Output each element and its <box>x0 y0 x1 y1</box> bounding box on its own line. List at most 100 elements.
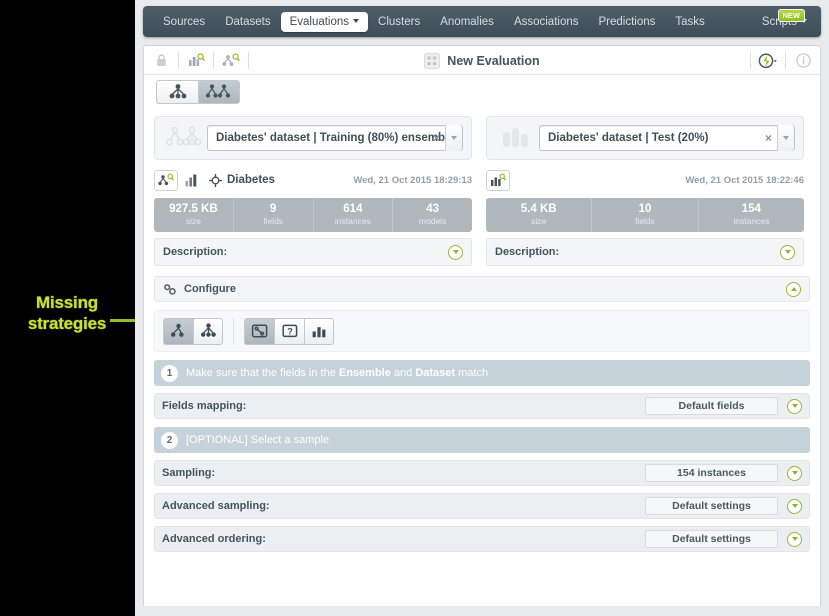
nav-item-predictions[interactable]: Predictions <box>589 12 666 32</box>
dataset-stats: 5.4 KB size 10 fields 154 instances <box>486 198 804 232</box>
nav-item-scripts[interactable]: Scripts NEW <box>752 8 811 32</box>
step-text-bold-dataset: Dataset <box>415 367 456 379</box>
dataset-select[interactable]: Diabetes' dataset | Test (20%) × <box>539 125 795 151</box>
resource-panels: Diabetes' dataset | Training (80%) ensem… <box>154 116 810 266</box>
stat-value: 154 <box>741 203 761 215</box>
new-badge: NEW <box>777 8 805 22</box>
description-label: Description: <box>495 246 560 258</box>
nav-item-tasks[interactable]: Tasks <box>665 12 714 32</box>
nav-label: Datasets <box>225 15 271 28</box>
stat-fields: 9 fields <box>234 198 314 232</box>
stat-value: 614 <box>343 203 363 215</box>
bar-chart-icon[interactable] <box>183 170 203 191</box>
lock-icon[interactable] <box>150 50 172 70</box>
stat-size: 927.5 KB size <box>154 198 234 232</box>
nav-item-sources[interactable]: Sources <box>153 12 215 32</box>
row-label: Sampling: <box>162 467 216 479</box>
stat-label: size <box>531 216 547 226</box>
clear-icon[interactable]: × <box>765 131 772 145</box>
nav-label: Sources <box>163 15 206 28</box>
question-icon[interactable]: ? <box>274 317 304 345</box>
tab-single-model[interactable] <box>156 79 198 104</box>
nav-item-anomalies[interactable]: Anomalies <box>430 12 504 32</box>
tab-ensemble[interactable] <box>198 79 240 104</box>
dataset-panel: Diabetes' dataset | Test (20%) × Wed, 21 <box>486 116 804 266</box>
row-value[interactable]: Default fields <box>645 397 778 415</box>
row-label: Advanced sampling: <box>162 500 270 512</box>
chevron-down-icon <box>353 19 360 24</box>
percent-icon[interactable] <box>244 317 274 345</box>
model-type-tabstrip <box>143 74 821 108</box>
expand-sampling-button[interactable] <box>787 465 802 481</box>
nav-label: Evaluations <box>289 15 350 28</box>
svg-text:?: ? <box>287 326 293 336</box>
bar-chart-search-icon[interactable] <box>486 169 510 191</box>
ensemble-select[interactable]: Diabetes' dataset | Training (80%) ensem… <box>207 125 463 151</box>
ensemble-select-value: Diabetes' dataset | Training (80%) ensem… <box>216 132 455 144</box>
configure-title: Configure <box>184 283 236 295</box>
row-fields-mapping: Fields mapping: Default fields <box>154 393 810 419</box>
nav-item-clusters[interactable]: Clusters <box>368 12 430 32</box>
tree-search-icon[interactable] <box>154 169 178 191</box>
step-1-banner: 1 Make sure that the fields in the Ensem… <box>154 360 810 386</box>
evaluation-icon <box>424 52 441 69</box>
row-label: Advanced ordering: <box>162 533 266 545</box>
tree-search-icon[interactable] <box>220 50 242 70</box>
configure-header[interactable]: Configure <box>154 276 810 302</box>
collapse-configure-button[interactable] <box>786 281 801 297</box>
expand-advanced-ordering-button[interactable] <box>787 531 802 547</box>
step-text-post: match <box>455 367 489 379</box>
screenshot-root: Missing strategies Sources Datasets Eval… <box>0 0 829 616</box>
divider <box>750 52 751 69</box>
stat-label: instances <box>733 216 770 226</box>
description-label: Description: <box>163 246 228 258</box>
target-icon <box>209 173 222 187</box>
dataset-date: Wed, 21 Oct 2015 18:22:46 <box>685 174 804 186</box>
step-1-text: Make sure that the fields in the Ensembl… <box>186 367 488 379</box>
bars-icon[interactable] <box>304 317 334 345</box>
step-number: 2 <box>161 431 178 449</box>
stat-fields: 10 fields <box>592 198 699 232</box>
step-2-banner: 2 [OPTIONAL] Select a sample <box>154 427 810 453</box>
step-2-text: [OPTIONAL] Select a sample <box>186 434 330 446</box>
expand-description-button[interactable] <box>448 244 463 260</box>
ensemble-meta-row: Diabetes Wed, 21 Oct 2015 18:29:13 <box>154 166 472 194</box>
stat-value: 5.4 KB <box>520 203 557 215</box>
clear-icon[interactable]: × <box>433 131 440 145</box>
nav-item-datasets[interactable]: Datasets <box>215 12 280 32</box>
stat-instances: 154 instances <box>699 198 804 232</box>
window-bottom-strip <box>135 606 829 616</box>
stat-label: size <box>185 216 201 226</box>
application-window: Sources Datasets Evaluations Clusters An… <box>135 0 829 616</box>
chevron-down-icon[interactable] <box>445 125 462 151</box>
chevron-down-icon[interactable] <box>777 125 794 151</box>
dataset-icon <box>495 123 539 153</box>
ensemble-icon <box>163 123 207 153</box>
expand-description-button[interactable] <box>780 244 795 260</box>
nav-label: Associations <box>513 15 579 28</box>
step-number: 1 <box>161 364 178 382</box>
expand-fields-mapping-button[interactable] <box>787 398 802 414</box>
lightning-menu-icon[interactable] <box>757 51 779 71</box>
bar-chart-search-icon[interactable] <box>185 50 207 70</box>
nav-item-evaluations[interactable]: Evaluations <box>280 11 369 32</box>
divider <box>785 52 786 69</box>
row-value[interactable]: 154 instances <box>645 464 778 482</box>
step-text-mid: and <box>390 367 416 379</box>
row-value[interactable]: Default settings <box>645 497 778 515</box>
stat-value: 10 <box>638 203 652 215</box>
stat-label: fields <box>263 216 284 226</box>
subheader-left-icons <box>144 50 255 70</box>
dataset-selector-row: Diabetes' dataset | Test (20%) × <box>486 116 804 160</box>
divider <box>213 51 214 69</box>
expand-advanced-sampling-button[interactable] <box>787 498 802 514</box>
stat-label: fields <box>635 216 655 226</box>
ensemble-stats: 927.5 KB size 9 fields 614 instances 43 … <box>154 198 472 232</box>
info-icon[interactable] <box>792 51 814 71</box>
strategy-group-missing: ? <box>244 317 334 345</box>
multi-tree-icon[interactable] <box>193 317 223 345</box>
single-tree-icon[interactable] <box>163 317 193 345</box>
nav-item-associations[interactable]: Associations <box>504 12 589 32</box>
row-advanced-sampling: Advanced sampling: Default settings <box>154 493 810 519</box>
row-value[interactable]: Default settings <box>645 530 778 548</box>
